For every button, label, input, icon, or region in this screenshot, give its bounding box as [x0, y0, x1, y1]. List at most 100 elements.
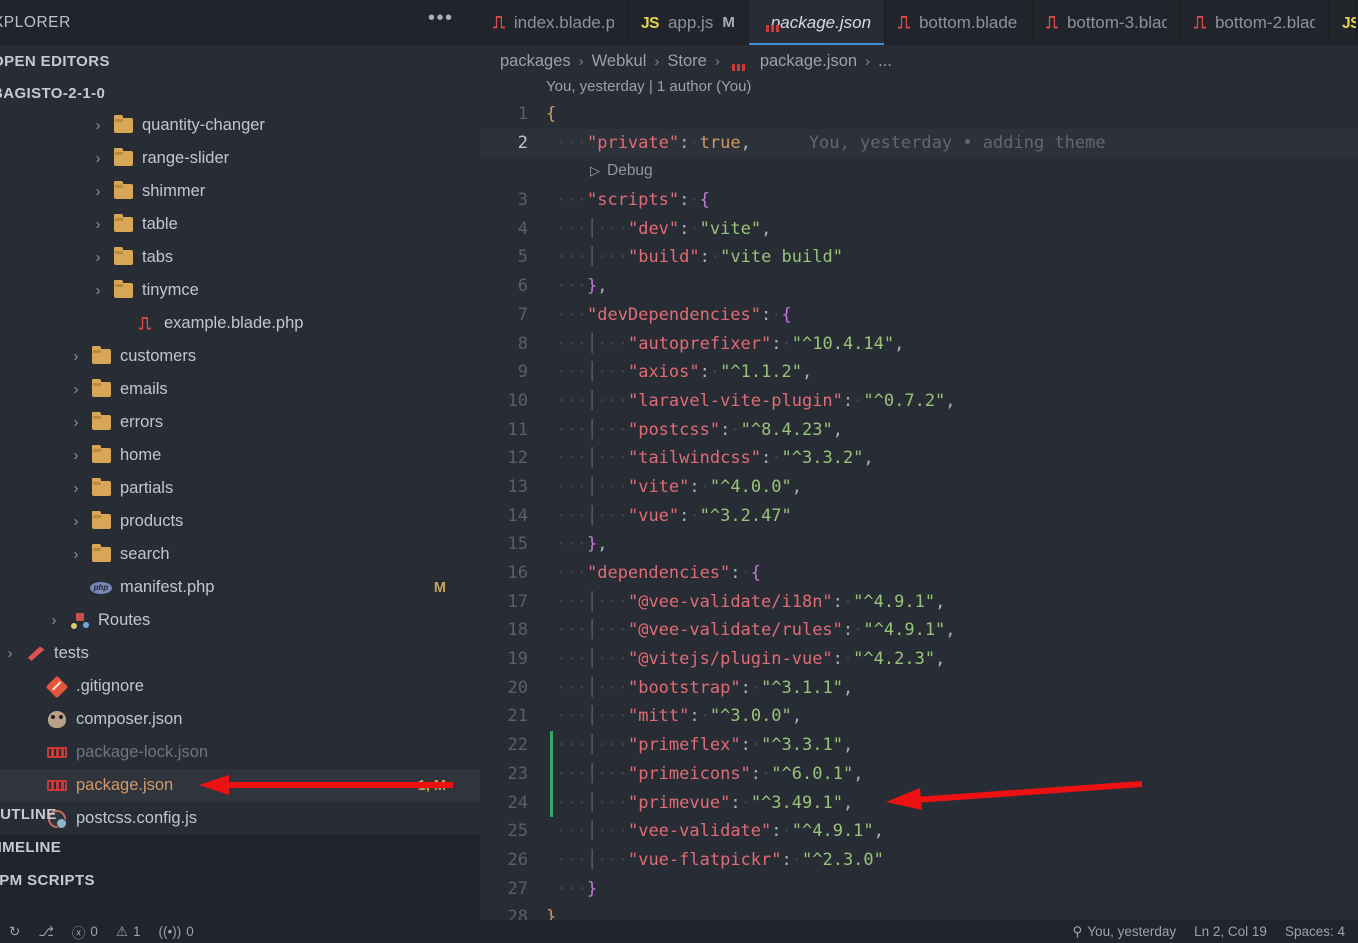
- code-line[interactable]: 12 ···│···"tailwindcss":·"^3.3.2",: [480, 444, 1358, 473]
- code-line[interactable]: 7 ···"devDependencies":·{: [480, 301, 1358, 330]
- breadcrumb-item[interactable]: Webkul: [592, 52, 647, 71]
- chevron-right-icon[interactable]: ›: [66, 480, 86, 497]
- chevron-right-icon[interactable]: ›: [88, 216, 108, 233]
- sidebar-panel-timeline[interactable]: TIMELINE: [0, 831, 480, 864]
- status-bar-item[interactable]: ⚲ You, yesterday: [1063, 924, 1185, 940]
- code-line[interactable]: 25 ···│···"vee-validate":·"^4.9.1",: [480, 817, 1358, 846]
- tree-folder-row[interactable]: › tests: [0, 637, 480, 670]
- code-line[interactable]: 23 ···│···"primeicons":·"^6.0.1",: [480, 759, 1358, 789]
- chevron-right-icon[interactable]: ›: [66, 513, 86, 530]
- code-line[interactable]: 15 ···},: [480, 530, 1358, 559]
- chevron-right-icon[interactable]: ›: [88, 249, 108, 266]
- tree-folder-row[interactable]: › emails: [0, 373, 480, 406]
- tree-file-row[interactable]: package-lock.json: [0, 736, 480, 769]
- tree-folder-row[interactable]: › shimmer: [0, 175, 480, 208]
- tree-folder-row[interactable]: › quantity-changer: [0, 109, 480, 142]
- editor-tab[interactable]: ⎍ bottom-3.blade.php: [1033, 0, 1182, 45]
- code-editor[interactable]: 1{2 ···"private":·true, You, yesterday • …: [480, 100, 1358, 932]
- tree-folder-row[interactable]: › table: [0, 208, 480, 241]
- code-line-content: ···│···"@vee-validate/rules":·"^4.9.1",: [556, 620, 956, 641]
- tree-file-row[interactable]: .gitignore: [0, 670, 480, 703]
- status-bar-item[interactable]: ⓧ 0: [63, 922, 107, 942]
- editor-tab[interactable]: JSJ: [1329, 0, 1358, 45]
- open-editors-section-header[interactable]: OPEN EDITORS: [0, 45, 480, 77]
- tree-folder-row[interactable]: › range-slider: [0, 142, 480, 175]
- chevron-right-icon[interactable]: ›: [66, 546, 86, 563]
- code-line[interactable]: 3 ···"scripts":·{: [480, 186, 1358, 215]
- code-line[interactable]: 2 ···"private":·true, You, yesterday • ad…: [480, 128, 1358, 158]
- code-line[interactable]: 5 ···│···"build":·"vite build": [480, 243, 1358, 272]
- status-bar-item[interactable]: ↻: [0, 924, 29, 940]
- folder-icon: [86, 346, 116, 364]
- code-line[interactable]: 14 ···│···"vue":·"^3.2.47": [480, 502, 1358, 531]
- code-line[interactable]: 9 ···│···"axios":·"^1.1.2",: [480, 358, 1358, 387]
- chevron-right-icon[interactable]: ›: [88, 150, 108, 167]
- code-line[interactable]: 18 ···│···"@vee-validate/rules":·"^4.9.1…: [480, 616, 1358, 645]
- code-line-content: ···│···"dev":·"vite",: [556, 218, 772, 239]
- editor-tab[interactable]: JS app.js M: [628, 0, 749, 45]
- code-line[interactable]: 13 ···│···"vite":·"^4.0.0",: [480, 473, 1358, 502]
- tree-file-row[interactable]: php manifest.php M: [0, 571, 480, 604]
- breadcrumb-item[interactable]: packages: [500, 52, 571, 71]
- tree-folder-row[interactable]: › products: [0, 505, 480, 538]
- code-line[interactable]: 11 ···│···"postcss":·"^8.4.23",: [480, 416, 1358, 445]
- code-line[interactable]: 10 ···│···"laravel-vite-plugin":·"^0.7.2…: [480, 387, 1358, 416]
- status-bar-item[interactable]: ((•)) 0: [150, 924, 203, 939]
- code-line[interactable]: 21 ···│···"mitt":·"^3.0.0",: [480, 702, 1358, 731]
- explorer-more-actions-icon[interactable]: •••: [428, 8, 454, 28]
- code-line[interactable]: 26 ···│···"vue-flatpickr":·"^2.3.0": [480, 846, 1358, 875]
- folder-icon: [86, 478, 116, 496]
- chevron-right-icon[interactable]: ›: [0, 645, 20, 662]
- tree-folder-row[interactable]: › partials: [0, 472, 480, 505]
- status-bar-item[interactable]: ⚠ 1: [107, 924, 150, 940]
- code-line[interactable]: 17 ···│···"@vee-validate/i18n":·"^4.9.1"…: [480, 588, 1358, 617]
- tree-file-row[interactable]: ⎍ example.blade.php: [0, 307, 480, 340]
- editor-tab[interactable]: ⎍ bottom.blade.php: [885, 0, 1034, 45]
- laravel-icon: ⎍: [493, 12, 505, 32]
- sidebar-panel-outline[interactable]: OUTLINE: [0, 798, 480, 831]
- chevron-right-icon[interactable]: ›: [66, 348, 86, 365]
- code-line-content: {: [546, 104, 557, 124]
- folder-icon: [86, 511, 116, 529]
- chevron-right-icon[interactable]: ›: [88, 183, 108, 200]
- chevron-right-icon[interactable]: ›: [66, 414, 86, 431]
- code-line[interactable]: 19 ···│···"@vitejs/plugin-vue":·"^4.2.3"…: [480, 645, 1358, 674]
- breadcrumb-item[interactable]: ...: [878, 52, 892, 71]
- tree-folder-row[interactable]: › home: [0, 439, 480, 472]
- code-line[interactable]: 8 ···│···"autoprefixer":·"^10.4.14",: [480, 330, 1358, 359]
- tree-folder-row[interactable]: › tinymce: [0, 274, 480, 307]
- code-line[interactable]: 27 ···}: [480, 875, 1358, 904]
- tree-folder-row[interactable]: › search: [0, 538, 480, 571]
- editor-tab[interactable]: ⎍ bottom-2.blade.php: [1181, 0, 1330, 45]
- status-bar-item[interactable]: ⎇: [29, 924, 63, 940]
- code-line[interactable]: 22 ···│···"primeflex":·"^3.3.1",: [480, 731, 1358, 760]
- code-line[interactable]: 4 ···│···"dev":·"vite",: [480, 215, 1358, 244]
- status-bar-item[interactable]: Ln 2, Col 19: [1185, 924, 1276, 939]
- tree-folder-row[interactable]: › Routes: [0, 604, 480, 637]
- tree-folder-row[interactable]: › customers: [0, 340, 480, 373]
- chevron-right-icon[interactable]: ›: [66, 447, 86, 464]
- tree-folder-row[interactable]: › errors: [0, 406, 480, 439]
- code-line[interactable]: 16 ···"dependencies":·{: [480, 559, 1358, 588]
- breadcrumb-item[interactable]: Store: [667, 52, 706, 71]
- editor-tab[interactable]: package.json: [748, 0, 886, 45]
- breadcrumb-item[interactable]: package.json: [760, 52, 857, 71]
- sidebar-panel-npm-scripts[interactable]: NPM SCRIPTS: [0, 864, 480, 897]
- tree-file-row[interactable]: composer.json: [0, 703, 480, 736]
- radio-tower-icon: ((•)): [158, 924, 182, 939]
- status-bar-item[interactable]: Spaces: 4: [1276, 924, 1354, 939]
- workspace-folder-section-header[interactable]: BAGISTO-2-1-0: [0, 77, 480, 109]
- chevron-right-icon[interactable]: ›: [88, 117, 108, 134]
- code-line[interactable]: 6 ···},: [480, 272, 1358, 301]
- chevron-right-icon[interactable]: ›: [44, 612, 64, 629]
- chevron-right-icon[interactable]: ›: [88, 282, 108, 299]
- editor-tab-label: app.js: [667, 12, 714, 32]
- tree-folder-row[interactable]: › tabs: [0, 241, 480, 274]
- code-line[interactable]: 20 ···│···"bootstrap":·"^3.1.1",: [480, 674, 1358, 703]
- code-line[interactable]: 1{: [480, 100, 1358, 129]
- panel-label: OUTLINE: [0, 806, 57, 823]
- editor-tab[interactable]: ⎍ index.blade.php: [480, 0, 628, 45]
- code-line[interactable]: 24 ···│···"primevue":·"^3.49.1",: [480, 788, 1358, 818]
- codelens-debug-action[interactable]: ▷ Debug: [480, 157, 1358, 186]
- chevron-right-icon[interactable]: ›: [66, 381, 86, 398]
